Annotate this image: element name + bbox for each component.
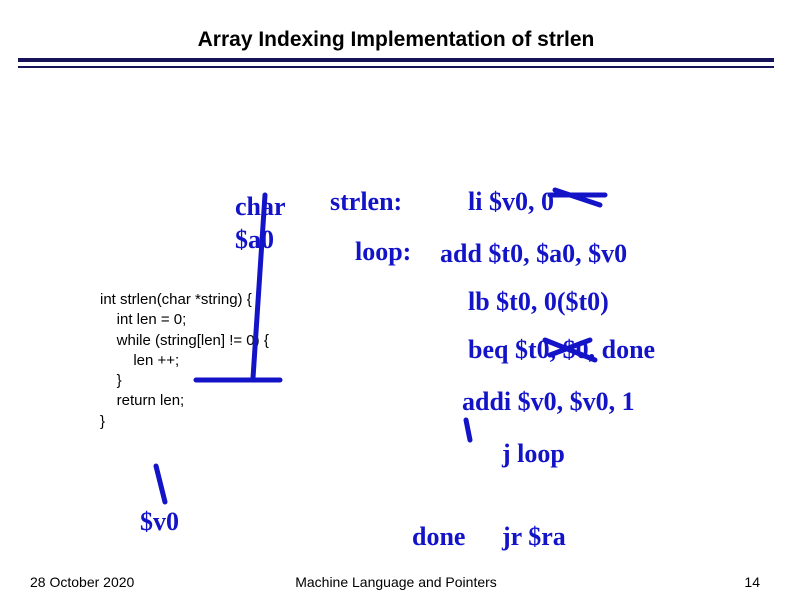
ink-asm-label1: strlen: — [330, 187, 402, 216]
slide-title: Array Indexing Implementation of strlen — [0, 0, 792, 58]
code-line: } — [100, 372, 122, 389]
ink-annot-string: $a0 — [235, 225, 274, 254]
code-line: while (string[len] != 0) { — [100, 332, 269, 349]
code-line: len ++; — [100, 352, 179, 369]
footer-topic: Machine Language and Pointers — [0, 574, 792, 590]
ink-asm-2: add $t0, $a0, $v0 — [440, 239, 627, 268]
title-divider — [18, 58, 774, 68]
ink-asm-6: j loop — [501, 439, 565, 468]
code-line: return len; — [100, 392, 184, 409]
ink-asm-4: beq $t0, $0, done — [468, 335, 655, 364]
ink-asm-1: li $v0, 0 — [468, 187, 554, 216]
code-line: } — [100, 413, 105, 430]
ink-asm-7: jr $ra — [501, 522, 566, 551]
ink-annot-len: $v0 — [140, 507, 179, 536]
footer-page: 14 — [744, 574, 760, 590]
ink-asm-label3: done — [412, 522, 465, 551]
code-line: int strlen(char *string) { — [100, 291, 252, 308]
code-line: int len = 0; — [100, 311, 186, 328]
ink-annot-type: char — [235, 192, 286, 221]
ink-asm-label2: loop: — [355, 237, 411, 266]
ink-asm-5: addi $v0, $v0, 1 — [462, 387, 635, 416]
code-block: int strlen(char *string) { int len = 0; … — [100, 290, 269, 432]
ink-asm-3: lb $t0, 0($t0) — [468, 287, 609, 316]
